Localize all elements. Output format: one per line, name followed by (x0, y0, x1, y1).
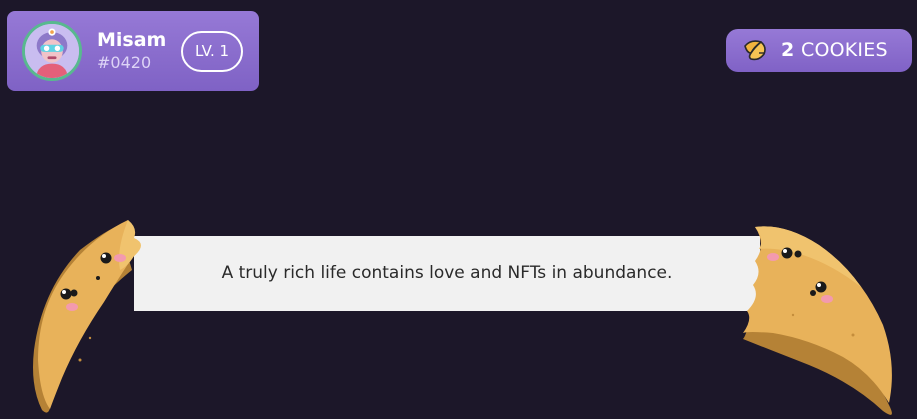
cookie-count: 2 (781, 39, 795, 61)
cookie-unit-label: COOKIES (801, 39, 888, 61)
avatar[interactable] (22, 21, 82, 81)
fortune-cookie-right-half-icon (743, 226, 892, 415)
avatar-icon (25, 24, 79, 78)
user-name: Misam (97, 29, 167, 51)
user-tag: #0420 (97, 53, 152, 72)
cookie-icon (744, 40, 766, 61)
level-badge: LV. 1 (181, 31, 243, 72)
fortune-paper: A truly rich life contains love and NFTs… (134, 236, 760, 311)
profile-card[interactable]: Misam #0420 LV. 1 (7, 11, 259, 91)
cookies-counter[interactable]: 2 COOKIES (726, 29, 912, 72)
fortune-cookie-left-half-icon (33, 220, 141, 413)
fortune-message: A truly rich life contains love and NFTs… (221, 263, 673, 283)
